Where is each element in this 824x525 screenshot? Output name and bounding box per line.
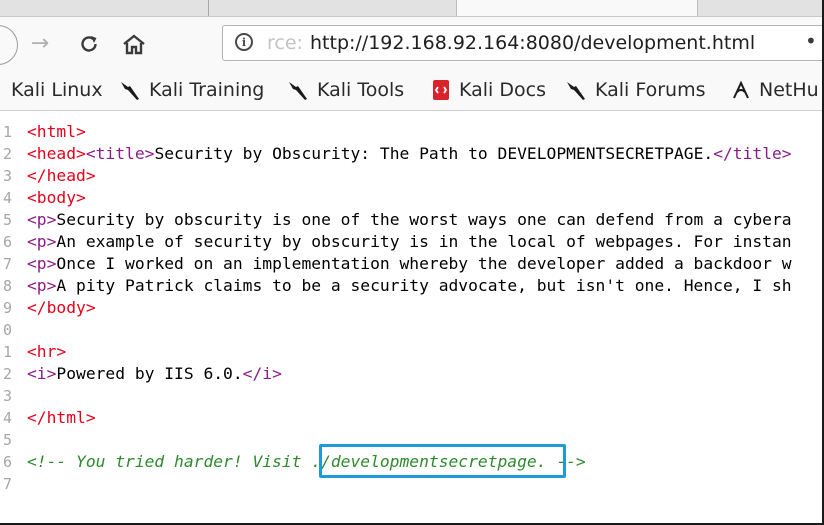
line-code: </html> xyxy=(27,408,96,427)
nethunter-icon xyxy=(733,80,749,99)
line-code: </head> xyxy=(27,166,96,185)
forward-button[interactable]: → xyxy=(25,29,55,59)
bookmark-kali-forums[interactable]: Kali Forums xyxy=(565,78,706,102)
bookmark-label: Kali Forums xyxy=(595,79,706,101)
bookmark-nethunter[interactable]: NetHu xyxy=(731,78,819,102)
line-number: 2 xyxy=(2,365,12,383)
info-icon[interactable]: i xyxy=(235,33,253,51)
bookmark-label: Kali Linux xyxy=(11,79,103,101)
kali-dragon-icon xyxy=(567,82,585,100)
line-number: 6 xyxy=(2,233,12,251)
line-number: 4 xyxy=(2,189,12,207)
url-bar[interactable]: i rce: http://192.168.92.164:8080/develo… xyxy=(222,25,822,61)
home-button[interactable] xyxy=(119,29,149,59)
reload-button[interactable] xyxy=(74,29,104,59)
bookmark-kali-docs[interactable]: Kali Docs xyxy=(431,78,546,102)
line-number: 2 xyxy=(2,145,12,163)
line-number: 1 xyxy=(2,343,12,361)
line-number: 4 xyxy=(2,409,12,427)
tab-separator xyxy=(208,0,209,16)
line-number: 0 xyxy=(2,321,12,339)
bookmark-kali-training[interactable]: Kali Training xyxy=(119,78,264,102)
bookmark-label: Kali Training xyxy=(149,79,265,101)
line-code: <html> xyxy=(27,122,86,141)
url-faded-prefix: rce: xyxy=(267,32,303,54)
line-code: <!-- You tried harder! Visit ./developme… xyxy=(27,452,586,471)
line-number: 3 xyxy=(2,167,12,185)
bookmark-label: NetHu xyxy=(759,79,819,101)
line-code: <p>Security by obscurity is one of the w… xyxy=(27,210,792,229)
line-number: 3 xyxy=(2,387,12,405)
line-code: <p>A pity Patrick claims to be a securit… xyxy=(27,276,792,295)
line-number: 7 xyxy=(2,475,12,493)
line-code: <body> xyxy=(27,188,86,207)
line-code: <p>Once I worked on an implementation wh… xyxy=(27,254,792,273)
tab-active[interactable] xyxy=(456,0,698,16)
bookmark-kali-linux[interactable]: Kali Linux xyxy=(11,78,103,102)
bookmarks-toolbar: Kali Linux Kali Training Kali Tools Kali… xyxy=(0,70,822,111)
home-icon xyxy=(123,34,145,55)
more-dot-icon[interactable]: • xyxy=(805,29,817,53)
line-number: 5 xyxy=(2,211,12,229)
kali-docs-icon xyxy=(433,80,449,100)
line-code: <p>An example of security by obscurity i… xyxy=(27,232,792,251)
browser-window: → i rce: http://192.168.92.164:8080/deve… xyxy=(0,0,822,523)
line-number: 6 xyxy=(2,453,12,471)
line-number: 8 xyxy=(2,277,12,295)
bookmark-kali-tools[interactable]: Kali Tools xyxy=(287,78,404,102)
line-code: </body> xyxy=(27,298,96,317)
forward-arrow-icon: → xyxy=(30,31,50,56)
line-code: <i>Powered by IIS 6.0.</i> xyxy=(27,364,282,383)
navigation-toolbar: → i rce: http://192.168.92.164:8080/deve… xyxy=(0,17,822,70)
bookmark-label: Kali Docs xyxy=(459,79,546,101)
tab-strip xyxy=(0,0,822,17)
reload-icon xyxy=(81,36,97,52)
line-code: <hr> xyxy=(27,342,67,361)
bookmark-label: Kali Tools xyxy=(317,79,405,101)
kali-dragon-icon xyxy=(121,82,139,100)
page-source-view: 1 <html> 2 <head><title>Security by Obscuri… xyxy=(0,111,822,523)
back-button[interactable] xyxy=(0,25,18,65)
line-number: 1 xyxy=(2,123,12,141)
line-number: 9 xyxy=(2,299,12,317)
kali-dragon-icon xyxy=(289,82,307,100)
line-number: 7 xyxy=(2,255,12,273)
line-code: <head><title>Security by Obscurity: The … xyxy=(27,144,792,163)
line-number: 5 xyxy=(2,431,12,449)
url-text[interactable]: http://192.168.92.164:8080/development.h… xyxy=(310,32,755,54)
